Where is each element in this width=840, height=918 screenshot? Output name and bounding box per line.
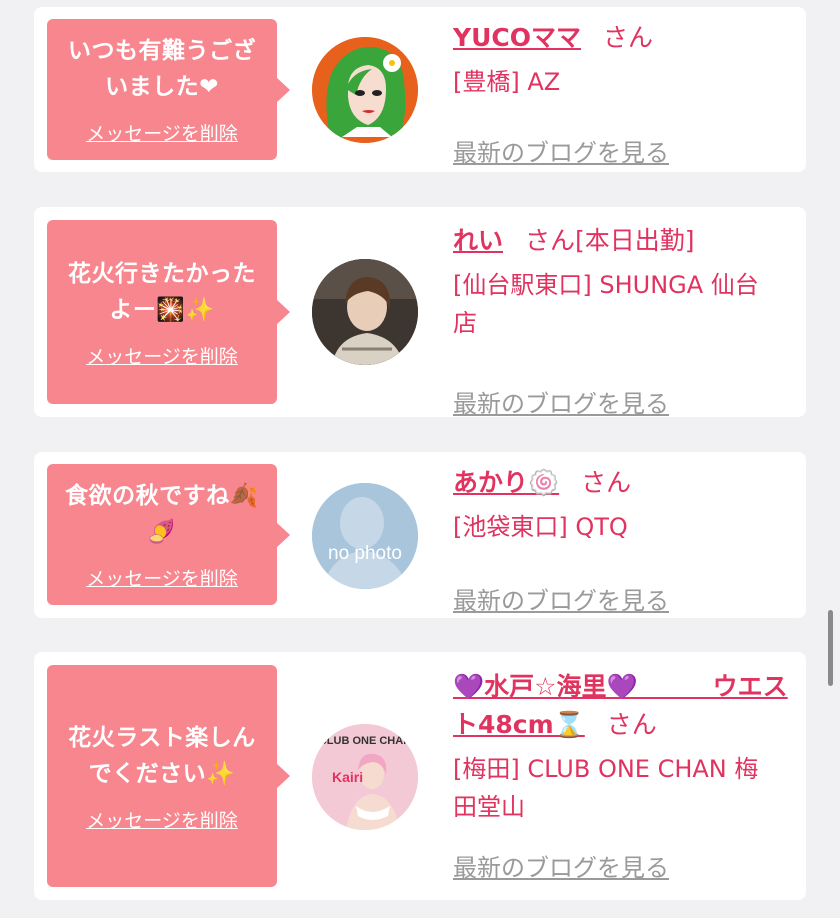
- shop-label: [梅田] CLUB ONE CHAN 梅田堂山: [453, 755, 759, 821]
- latest-blog-link[interactable]: 最新のブログを見る: [453, 384, 669, 419]
- avatar[interactable]: [312, 259, 418, 365]
- avatar[interactable]: CLUB ONE CHAN Kairi: [312, 724, 418, 830]
- cast-info: 💜水戸☆海里💜 ウエスト48cm⌛ さん [梅田] CLUB ONE CHAN 梅…: [453, 668, 798, 882]
- san-label: さん: [606, 710, 657, 739]
- latest-blog-link[interactable]: 最新のブログを見る: [453, 581, 669, 616]
- no-photo-icon: no photo: [312, 483, 418, 589]
- shop-label: [仙台駅東口] SHUNGA 仙台店: [453, 271, 759, 337]
- message-bubble: 食欲の秋ですね🍂 🍠 メッセージを削除: [47, 464, 290, 605]
- shop-label: [豊橋] AZ: [453, 68, 561, 96]
- cast-info: YUCOママ さん [豊橋] AZ 最新のブログを見る: [453, 21, 798, 167]
- delete-message-link[interactable]: メッセージを削除: [86, 119, 238, 146]
- avatar[interactable]: no photo: [312, 483, 418, 589]
- message-text: いつも有難うござ いました❤: [68, 38, 256, 100]
- name-line: 💜水戸☆海里💜 ウエスト48cm⌛ さん: [453, 668, 798, 744]
- latest-blog-link[interactable]: 最新のブログを見る: [453, 133, 669, 168]
- club-photo-icon: CLUB ONE CHAN Kairi: [312, 724, 418, 830]
- cast-info: あかり🍥 さん [池袋東口] QTQ 最新のブログを見る: [453, 466, 798, 615]
- message-card: 花火ラスト楽しん でください✨ メッセージを削除 CLUB ONE CHAN K…: [34, 652, 806, 900]
- message-card: 花火行きたかった よー🎇✨ メッセージを削除 れい さん[本日出勤] [仙台駅東口…: [34, 207, 806, 418]
- shop-label: [池袋東口] QTQ: [453, 513, 628, 541]
- scrollbar[interactable]: [828, 610, 833, 686]
- no-photo-text: no photo: [328, 543, 402, 564]
- delete-message-link[interactable]: メッセージを削除: [86, 806, 238, 833]
- message-card: 食欲の秋ですね🍂 🍠 メッセージを削除 no photo あかり🍥 さん [池袋東…: [34, 452, 806, 618]
- cast-name-link[interactable]: れい: [453, 226, 503, 255]
- san-label: さん: [603, 23, 654, 52]
- message-text: 花火ラスト楽しん でください✨: [68, 724, 256, 787]
- cast-info: れい さん[本日出勤] [仙台駅東口] SHUNGA 仙台店 最新のブログを見る: [453, 224, 798, 418]
- green-hair-illustration-icon: [312, 37, 418, 143]
- message-bubble: いつも有難うござ いました❤ メッセージを削除: [47, 19, 290, 160]
- message-bubble: 花火行きたかった よー🎇✨ メッセージを削除: [47, 220, 290, 404]
- message-text: 食欲の秋ですね🍂 🍠: [65, 483, 259, 545]
- avatar[interactable]: [312, 37, 418, 143]
- san-label: さん: [581, 468, 632, 497]
- delete-message-link[interactable]: メッセージを削除: [86, 564, 238, 591]
- kairi-logo-text: Kairi: [332, 769, 363, 785]
- cast-name-link[interactable]: YUCOママ: [453, 23, 581, 52]
- club-logo-text: CLUB ONE CHAN: [319, 735, 411, 747]
- name-line: れい さん[本日出勤]: [453, 224, 798, 258]
- message-bubble: 花火ラスト楽しん でください✨ メッセージを削除: [47, 665, 290, 887]
- delete-message-link[interactable]: メッセージを削除: [86, 342, 238, 369]
- san-label: さん: [525, 226, 576, 255]
- message-card: いつも有難うござ いました❤ メッセージを削除 YUCOママ さん [豊橋] AZ…: [34, 7, 806, 172]
- latest-blog-link[interactable]: 最新のブログを見る: [453, 848, 669, 883]
- name-line: YUCOママ さん: [453, 21, 798, 55]
- work-status-label: [本日出勤]: [575, 226, 695, 255]
- name-line: あかり🍥 さん: [453, 466, 798, 500]
- profile-photo-icon: [312, 259, 418, 365]
- cast-name-link[interactable]: あかり🍥: [453, 468, 559, 497]
- message-text: 花火行きたかった よー🎇✨: [68, 260, 256, 323]
